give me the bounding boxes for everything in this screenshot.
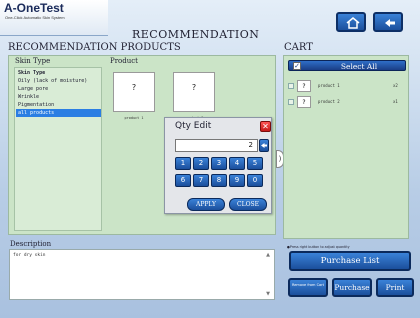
key-2[interactable]: 2 <box>193 157 209 170</box>
skin-type-list[interactable]: Skin Type Oily (lack of moisture) Large … <box>14 67 102 231</box>
cart-hint: ●Press right button to adjust quantity <box>287 245 350 249</box>
scroll-down-icon[interactable]: ▼ <box>266 291 270 297</box>
page-title: RECOMMENDATION <box>132 28 260 41</box>
purchase-button[interactable]: Purchase <box>332 278 372 297</box>
product-title: Product <box>110 57 138 65</box>
cart-panel: ✓ Select All ? product 1 x2 ? product 2 … <box>283 55 409 239</box>
key-3[interactable]: 3 <box>211 157 227 170</box>
cart-item-image: ? <box>297 80 311 92</box>
recommendation-heading: RECOMMENDATION PRODUCTS <box>8 42 181 53</box>
app-tagline: One-Click Automatic Skin System <box>5 15 65 20</box>
select-all-checkbox[interactable]: ✓ <box>293 62 301 70</box>
product-card[interactable]: ? <box>173 72 215 112</box>
cart-item-checkbox[interactable] <box>288 99 294 105</box>
skin-type-title: Skin Type <box>15 57 51 65</box>
remove-from-cart-button[interactable]: Remove from Cart <box>288 278 328 297</box>
backspace-icon <box>261 143 267 148</box>
skin-type-item[interactable]: Oily (lack of moisture) <box>16 77 101 85</box>
key-5[interactable]: 5 <box>247 157 263 170</box>
key-0[interactable]: 0 <box>247 174 263 187</box>
scroll-up-icon[interactable]: ▲ <box>266 252 270 258</box>
cart-item-name: product 2 <box>318 99 340 104</box>
product-card[interactable]: ? <box>113 72 155 112</box>
cart-heading: CART <box>284 42 313 53</box>
skin-type-item[interactable]: Large pore <box>16 85 101 93</box>
key-9[interactable]: 9 <box>229 174 245 187</box>
cart-item[interactable]: ? product 2 x1 <box>288 96 406 109</box>
qty-dialog-title: Qty Edit <box>175 121 212 131</box>
print-button[interactable]: Print <box>376 278 414 297</box>
backspace-button[interactable] <box>259 139 269 152</box>
select-all-button[interactable]: ✓ Select All <box>288 60 406 71</box>
product-image-placeholder: ? <box>131 83 137 92</box>
close-button[interactable]: CLOSE <box>229 198 267 211</box>
cart-item-name: product 1 <box>318 83 340 88</box>
back-arrow-icon <box>385 19 395 27</box>
key-7[interactable]: 7 <box>193 174 209 187</box>
cart-item-qty: x1 <box>393 99 398 104</box>
skin-type-header: Skin Type <box>18 70 46 76</box>
skin-type-item[interactable]: Wrinkle <box>16 93 101 101</box>
product-image-placeholder: ? <box>191 83 197 92</box>
description-box: for dry skin ▲ ▼ <box>9 249 275 300</box>
qty-edit-dialog: Qty Edit ✕ 2 1 2 3 4 5 6 7 8 9 0 APPLY C… <box>164 117 272 214</box>
apply-button[interactable]: APPLY <box>187 198 225 211</box>
app-logo: A-OneTest One-Click Automatic Skin Syste… <box>0 0 108 36</box>
home-button[interactable] <box>336 12 366 32</box>
product-name: product 1 <box>124 116 144 120</box>
cart-item[interactable]: ? product 1 x2 <box>288 80 406 93</box>
key-8[interactable]: 8 <box>211 174 227 187</box>
key-4[interactable]: 4 <box>229 157 245 170</box>
select-all-label: Select All <box>340 62 378 71</box>
cart-item-image: ? <box>297 96 311 108</box>
key-1[interactable]: 1 <box>175 157 191 170</box>
key-6[interactable]: 6 <box>175 174 191 187</box>
purchase-list-button[interactable]: Purchase List <box>289 251 411 271</box>
qty-input[interactable]: 2 <box>175 139 258 152</box>
home-icon <box>346 17 360 29</box>
back-button[interactable] <box>373 12 403 32</box>
close-icon[interactable]: ✕ <box>260 121 271 132</box>
description-title: Description <box>10 240 52 248</box>
skin-type-item[interactable]: Pigmentation <box>16 101 101 109</box>
cart-item-checkbox[interactable] <box>288 83 294 89</box>
cart-item-qty: x2 <box>393 83 398 88</box>
skin-type-item-selected[interactable]: all products <box>16 109 101 117</box>
description-text: for dry skin <box>13 253 46 258</box>
app-name: A-OneTest <box>4 1 64 15</box>
